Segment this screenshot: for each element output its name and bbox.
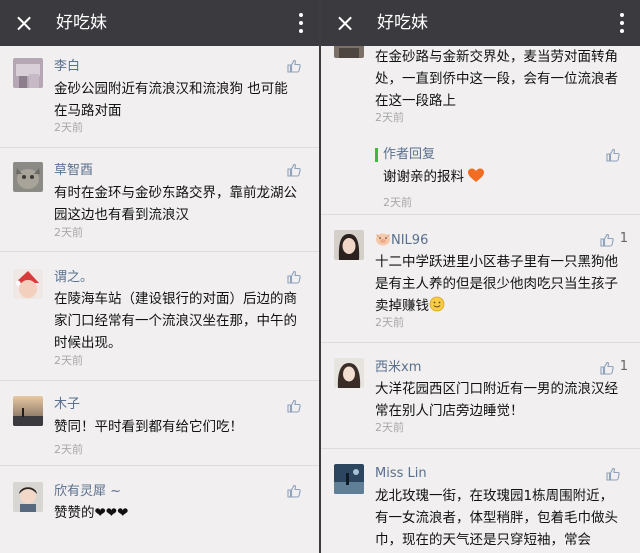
avatar[interactable] [13,482,43,512]
like-count: 1 [619,231,628,246]
comment-time: 2天前 [54,354,83,367]
divider [321,214,640,215]
thumbs-up-icon[interactable] [600,360,614,375]
comment-author[interactable]: 草智酉 [54,163,93,179]
thumbs-up-icon[interactable] [287,398,301,413]
comment-author[interactable]: NIL96 [375,232,428,249]
comment-time: 2天前 [375,111,404,124]
top-bar: × 好吃妹 [0,0,319,46]
thumbs-up-icon[interactable] [606,466,620,481]
reply-text: 谢谢亲的报料 [383,168,485,186]
divider [0,147,319,148]
avatar[interactable] [13,162,43,192]
comment-text: 在陵海车站（建设银行的对面）后边的商家门口经常有一个流浪汉坐在那，中午的时候出现… [54,291,297,351]
avatar[interactable] [334,230,364,260]
author-reply: 作者回复 谢谢亲的报料 2天前 [375,146,626,209]
avatar[interactable] [13,269,43,299]
thumbs-up-icon[interactable] [600,232,614,247]
avatar[interactable] [13,58,43,88]
thumbs-up-icon[interactable] [287,269,301,284]
comment-author[interactable]: 李白 [54,59,80,75]
comment-author[interactable]: 欣有灵犀 ~ [54,484,121,500]
comment-text: 赞同！平时看到都有给它们吃！ [54,419,243,435]
close-icon[interactable]: × [333,8,357,38]
avatar[interactable] [334,358,364,388]
divider [0,380,319,381]
divider [0,465,319,466]
comment-text: 龙北玫瑰一街，在玫瑰园1栋周围附近，有一女流浪者，体型稍胖，包着毛巾做头巾，现在… [375,488,618,548]
pig-icon [376,233,390,246]
left-screen: × 好吃妹 李白 金砂公园附近有流浪汉和流浪狗 也可能在马路对面 2天前 草智酉… [0,0,319,553]
divider [321,342,640,343]
divider [321,448,640,449]
thumbs-up-icon[interactable] [287,162,301,177]
reply-time: 2天前 [383,196,412,209]
reply-label: 作者回复 [383,147,436,162]
comment-text: 金砂公园附近有流浪汉和流浪狗 也可能在马路对面 [54,81,288,119]
avatar[interactable] [334,464,364,494]
more-vertical-icon[interactable] [620,13,624,33]
comment-text: 赞赞的❤❤❤ [54,505,129,521]
avatar[interactable] [13,396,43,426]
right-screen: × 好吃妹 在金砂路与金新交界处，麦当劳对面转角处，一直到侨中这一段，会有一位流… [321,0,640,553]
comment-time: 2天前 [54,121,83,134]
heart-icon [468,168,485,182]
comment-time: 2天前 [54,226,83,239]
comment-time: 2天前 [375,421,404,434]
comment-time: 2天前 [375,316,404,329]
comment-author[interactable]: 谓之。 [54,270,93,286]
comment-text: 有时在金环与金砂东路交界，靠前龙湖公园这边也有看到流浪汉 [54,185,297,223]
thumbs-up-icon[interactable] [287,58,301,73]
comment-text: 在金砂路与金新交界处，麦当劳对面转角处，一直到侨中这一段，会有一位流浪者在这一段… [375,49,618,109]
page-title: 好吃妹 [377,13,428,33]
top-bar: × 好吃妹 [321,0,640,46]
reply-marker [375,148,378,162]
comment-text: 大洋花园西区门口附近有一男的流浪汉经常在别人门店旁边睡觉！ [375,381,618,419]
thumbs-up-icon[interactable] [606,147,620,162]
close-icon[interactable]: × [12,8,36,38]
divider [0,251,319,252]
comment-author[interactable]: 西米xm [375,360,421,376]
comment-text: 十二中学跃进里小区巷子里有一只黑狗他是有主人养的但是很少他肉吃只当生孩子卖掉赚钱 [375,254,618,314]
comment-author[interactable]: Miss Lin [375,466,427,482]
smile-emoji-icon [429,296,445,312]
thumbs-up-icon[interactable] [287,483,301,498]
page-title: 好吃妹 [56,13,107,33]
more-vertical-icon[interactable] [299,13,303,33]
comment-time: 2天前 [54,443,83,456]
comment-author[interactable]: 木子 [54,397,80,413]
like-count: 1 [619,359,628,374]
